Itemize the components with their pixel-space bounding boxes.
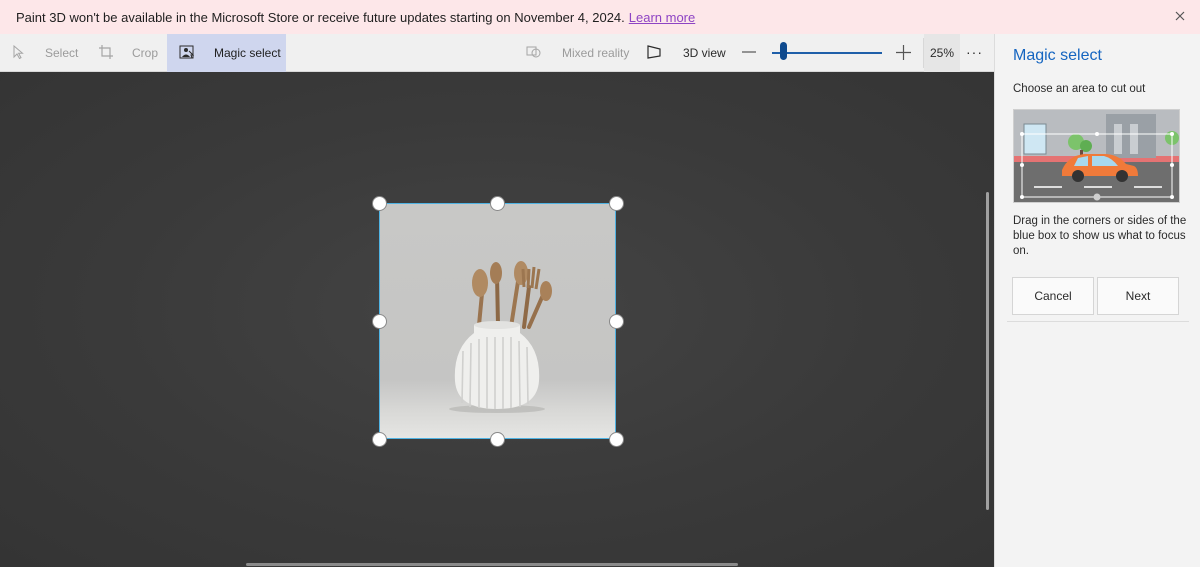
mixed-reality-button[interactable]: Mixed reality bbox=[526, 34, 629, 72]
3d-view-label: 3D view bbox=[683, 46, 726, 60]
crop-tool-label: Crop bbox=[132, 46, 159, 60]
magic-select-tool-label: Magic select bbox=[214, 46, 281, 60]
3d-view-icon bbox=[646, 44, 672, 62]
panel-description: Drag in the corners or sides of the blue… bbox=[1013, 215, 1187, 257]
magic-select-panel: Magic select Choose an area to cut out D… bbox=[994, 34, 1200, 567]
panel-subtitle: Choose an area to cut out bbox=[1013, 83, 1146, 95]
resize-handle-top[interactable] bbox=[490, 196, 505, 211]
horizontal-scrollbar[interactable] bbox=[246, 563, 738, 566]
resize-handle-right[interactable] bbox=[609, 314, 624, 329]
selection-box[interactable] bbox=[379, 203, 616, 439]
resize-handle-left[interactable] bbox=[372, 314, 387, 329]
resize-handle-bottom-left[interactable] bbox=[372, 432, 387, 447]
cursor-icon bbox=[12, 44, 35, 62]
resize-handle-bottom[interactable] bbox=[490, 432, 505, 447]
select-tool-label: Select bbox=[45, 46, 79, 60]
magic-select-tool-button[interactable]: Magic select bbox=[167, 34, 286, 72]
magic-select-icon bbox=[179, 45, 204, 62]
close-icon[interactable] bbox=[1172, 8, 1188, 24]
more-options-button[interactable]: ··· bbox=[966, 44, 983, 60]
crop-tool-button[interactable]: Crop bbox=[98, 34, 158, 72]
3d-view-button[interactable]: 3D view bbox=[646, 34, 726, 72]
next-button[interactable]: Next bbox=[1097, 277, 1179, 315]
zoom-slider-thumb[interactable] bbox=[780, 42, 787, 60]
resize-handle-top-left[interactable] bbox=[372, 196, 387, 211]
resize-handle-bottom-right[interactable] bbox=[609, 432, 624, 447]
banner-message: Paint 3D won't be available in the Micro… bbox=[16, 9, 625, 25]
mixed-reality-label: Mixed reality bbox=[562, 46, 630, 60]
crop-icon bbox=[98, 44, 124, 63]
vertical-scrollbar[interactable] bbox=[986, 192, 989, 510]
learn-more-link[interactable]: Learn more bbox=[629, 10, 695, 25]
panel-title: Magic select bbox=[1013, 47, 1102, 64]
zoom-in-icon[interactable] bbox=[896, 45, 911, 60]
zoom-level[interactable]: 25% bbox=[924, 34, 960, 72]
canvas-area[interactable] bbox=[0, 72, 994, 567]
cancel-button[interactable]: Cancel bbox=[1012, 277, 1094, 315]
example-preview-image bbox=[1013, 109, 1180, 203]
mixed-reality-icon bbox=[526, 45, 552, 62]
deprecation-banner: Paint 3D won't be available in the Micro… bbox=[0, 0, 1200, 34]
select-tool-button[interactable]: Select bbox=[12, 34, 78, 72]
zoom-out-icon[interactable] bbox=[742, 45, 756, 59]
resize-handle-top-right[interactable] bbox=[609, 196, 624, 211]
panel-divider bbox=[1007, 321, 1189, 322]
zoom-slider[interactable] bbox=[772, 52, 882, 54]
